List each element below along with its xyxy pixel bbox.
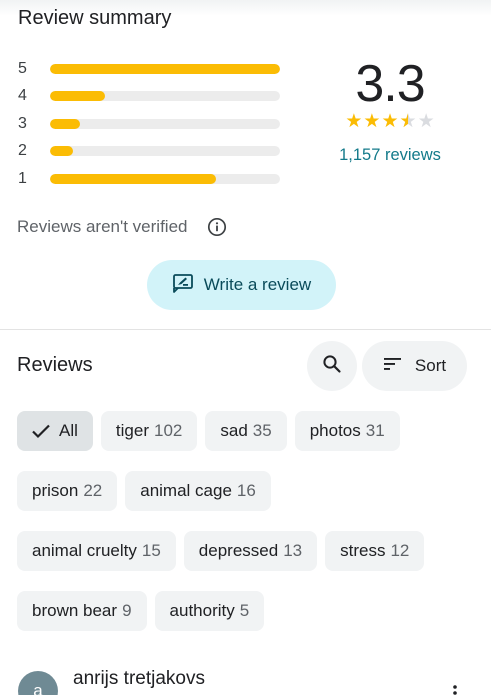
chip-label: animal cage	[140, 481, 232, 500]
topic-chip-stress[interactable]: stress 12	[325, 531, 425, 571]
verified-note: Reviews aren't verified	[17, 217, 188, 236]
rate-review-icon	[172, 273, 194, 298]
review-count-link[interactable]: 1,157 reviews	[320, 146, 460, 165]
rating-bar-fill	[50, 118, 80, 129]
chip-label: All	[59, 421, 78, 440]
rating-block: 3.3 ★★★★★★ 1,157 reviews	[320, 56, 460, 165]
rating-bar-track	[50, 118, 280, 129]
topic-chip-all[interactable]: All	[17, 411, 93, 451]
review-summary-title: Review summary	[18, 7, 172, 29]
chip-label: animal cruelty	[32, 541, 137, 560]
chip-label: stress	[340, 541, 386, 560]
chip-count: 5	[239, 601, 250, 620]
chip-row: prison 22 animal cage 16	[17, 471, 477, 511]
star-level-label: 4	[18, 87, 27, 105]
rating-bar-track	[50, 173, 280, 184]
chip-count: 102	[153, 421, 183, 440]
reviewer-name[interactable]: anrijs tretjakovs	[73, 668, 205, 690]
topic-chip-animal-cruelty[interactable]: animal cruelty 15	[17, 531, 176, 571]
chip-row: All tiger 102 sad 35 photos 31	[17, 411, 477, 451]
rating-bar-row[interactable]: 5	[18, 55, 288, 83]
chip-label: brown bear	[32, 601, 118, 620]
chip-count: 12	[390, 541, 410, 560]
rating-bar-row[interactable]: 3	[18, 110, 288, 138]
info-icon[interactable]	[207, 217, 227, 237]
chip-count: 13	[283, 541, 303, 560]
star-icon: ★★	[399, 111, 417, 132]
star-icon: ★	[381, 111, 399, 132]
chip-count: 31	[365, 421, 385, 440]
rating-bar-fill	[50, 173, 216, 184]
rating-bar-fill	[50, 91, 106, 102]
rating-bar-track	[50, 91, 280, 102]
reviews-heading: Reviews	[17, 354, 93, 376]
chip-label: prison	[32, 481, 79, 500]
write-review-label: Write a review	[203, 275, 312, 294]
rating-bar-fill	[50, 63, 280, 74]
sort-label: Sort	[414, 356, 447, 375]
chip-count: 15	[141, 541, 161, 560]
topic-chips: All tiger 102 sad 35 photos 31 prison 22 animal c…	[17, 411, 477, 651]
topic-chip-depressed[interactable]: depressed 13	[183, 531, 318, 571]
sort-icon	[383, 356, 403, 377]
star-level-label: 2	[18, 142, 27, 160]
more-vert-icon[interactable]	[451, 685, 459, 695]
rating-bar-row[interactable]: 1	[18, 165, 288, 193]
search-icon	[322, 354, 342, 379]
review-item: a anrijs tretjakovs	[18, 668, 478, 695]
chip-count: 35	[252, 421, 272, 440]
chip-row: brown bear 9 authority 5	[17, 591, 477, 631]
star-icon: ★	[345, 111, 363, 132]
rating-bar-row[interactable]: 4	[18, 83, 288, 111]
rating-bar-row[interactable]: 2	[18, 138, 288, 166]
star-icon: ★	[363, 111, 381, 132]
search-reviews-button[interactable]	[307, 341, 357, 391]
chip-label: depressed	[198, 541, 279, 560]
chip-row: animal cruelty 15 depressed 13 stress 12	[17, 531, 477, 571]
star-icon: ★	[417, 111, 435, 132]
chip-count: 16	[236, 481, 256, 500]
avatar[interactable]: a	[18, 671, 58, 695]
rating-bar-track	[50, 63, 280, 74]
average-rating: 3.3	[355, 55, 425, 113]
verified-note-row: Reviews aren't verified	[17, 217, 227, 237]
rating-distribution: 5 4 3 2 1	[18, 55, 288, 193]
sort-button[interactable]: Sort	[362, 341, 467, 391]
star-level-label: 3	[18, 114, 27, 132]
rating-bar-fill	[50, 146, 73, 157]
chip-label: photos	[309, 421, 361, 440]
topic-chip-animal-cage[interactable]: animal cage 16	[125, 471, 271, 511]
topic-chip-brown-bear[interactable]: brown bear 9	[17, 591, 147, 631]
topic-chip-sad[interactable]: sad 35	[205, 411, 287, 451]
chip-count: 9	[122, 601, 132, 620]
topic-chip-authority[interactable]: authority 5	[154, 591, 265, 631]
chip-count: 22	[83, 481, 103, 500]
topic-chip-prison[interactable]: prison 22	[17, 471, 118, 511]
rating-stars: ★★★★★★	[320, 112, 460, 132]
write-review-button[interactable]: Write a review	[147, 260, 336, 310]
star-level-label: 5	[18, 59, 27, 77]
rating-bar-track	[50, 146, 280, 157]
star-level-label: 1	[18, 169, 27, 187]
section-divider	[0, 329, 491, 330]
chip-label: tiger	[115, 421, 149, 440]
topic-chip-photos[interactable]: photos 31	[294, 411, 400, 451]
topic-chip-tiger[interactable]: tiger 102	[100, 411, 198, 451]
chip-label: authority	[169, 601, 235, 620]
check-icon	[31, 423, 51, 439]
chip-label: sad	[220, 421, 248, 440]
